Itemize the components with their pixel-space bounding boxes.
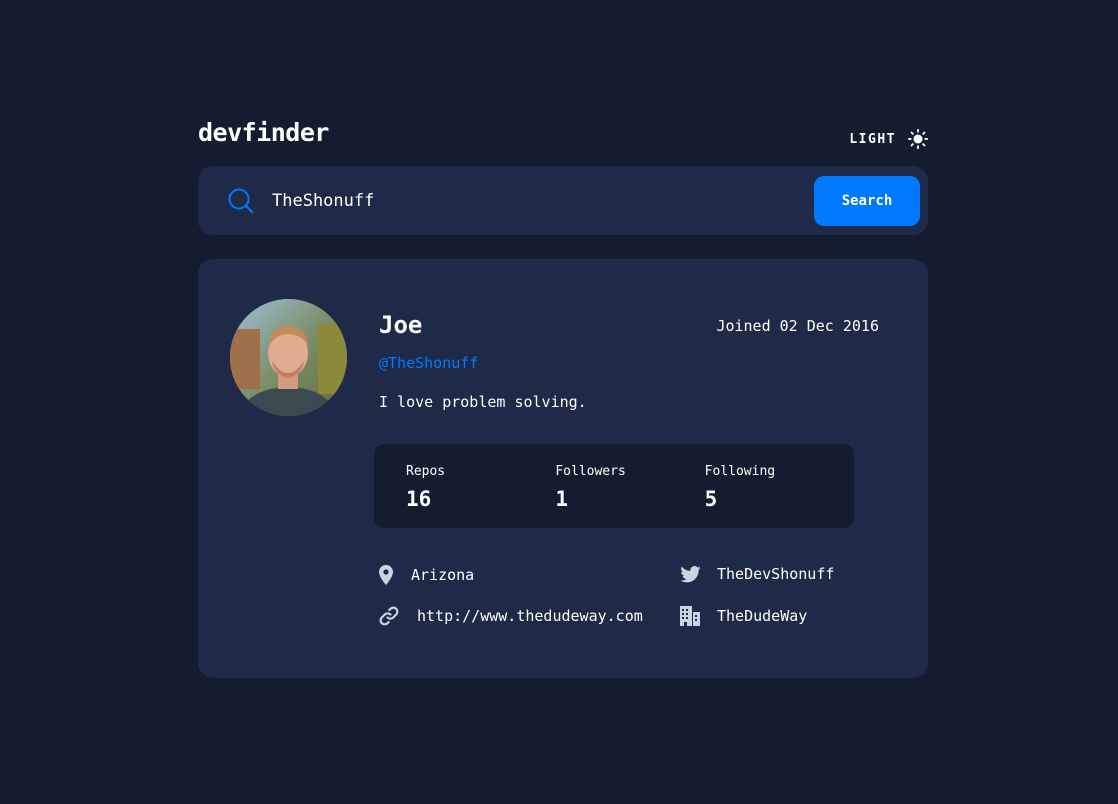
stat-value: 16 — [406, 487, 432, 511]
theme-label: LIGHT — [849, 131, 896, 147]
twitter-icon — [680, 565, 701, 582]
theme-toggle[interactable]: LIGHT — [849, 129, 928, 149]
profile-bio: I love problem solving. — [379, 393, 587, 411]
app: devfinder LIGHT TheShonuff Search Joe Jo… — [198, 112, 928, 678]
blog-text: http://www.thedudeway.com — [417, 607, 643, 625]
search-button[interactable]: Search — [814, 175, 920, 226]
office-building-icon — [680, 606, 700, 626]
sun-icon — [908, 129, 928, 149]
company-link: TheDudeWay — [680, 606, 807, 626]
link-icon — [379, 606, 399, 626]
stat-followers: Followers 1 — [555, 464, 704, 528]
search-input[interactable] — [272, 180, 814, 221]
avatar — [230, 299, 347, 416]
stat-value: 5 — [704, 487, 718, 511]
location-text: Arizona — [411, 566, 475, 584]
search-icon — [228, 188, 254, 213]
location-link: Arizona — [379, 565, 474, 585]
stat-label: Repos — [406, 464, 446, 479]
stat-repos: Repos 16 — [406, 464, 555, 528]
profile-login[interactable]: @TheShonuff — [379, 354, 478, 372]
location-pin-icon — [379, 565, 393, 585]
search-bar: Search — [198, 166, 928, 235]
logo: devfinder — [198, 117, 329, 147]
blog-link[interactable]: http://www.thedudeway.com — [379, 606, 643, 626]
joined-date: Joined 02 Dec 2016 — [716, 317, 879, 335]
stat-value: 1 — [555, 487, 568, 511]
twitter-text: TheDevShonuff — [717, 565, 835, 583]
stats-panel: Repos 16 Followers 1 Following 5 — [374, 444, 854, 528]
stat-label: Followers — [555, 464, 626, 479]
twitter-link[interactable]: TheDevShonuff — [680, 565, 834, 583]
stat-following: Following 5 — [705, 464, 854, 528]
company-text: TheDudeWay — [717, 607, 808, 625]
profile-name: Joe — [379, 311, 423, 339]
profile-card: Joe Joined 02 Dec 2016 @TheShonuff I lov… — [198, 259, 928, 678]
header: devfinder LIGHT — [198, 112, 928, 152]
stat-label: Following — [704, 464, 776, 479]
